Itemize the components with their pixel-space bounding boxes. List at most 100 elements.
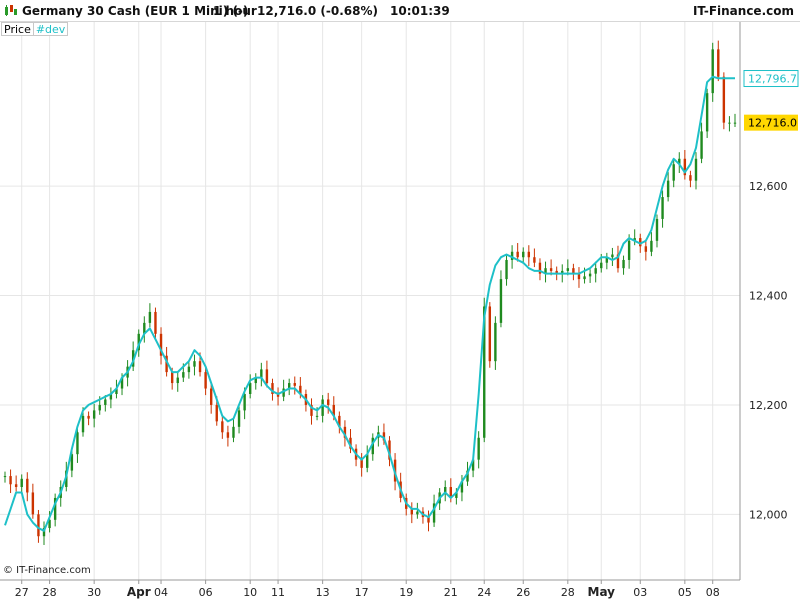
candle-body — [566, 268, 570, 271]
candle-body — [315, 415, 319, 417]
price-candles — [3, 40, 737, 545]
candle-body — [505, 259, 508, 280]
candle-body — [187, 366, 191, 373]
candle-body — [237, 410, 241, 427]
clock-time: 10:01:39 — [390, 4, 450, 18]
x-tick-label: May — [588, 585, 616, 599]
x-tick-label: 10 — [243, 586, 257, 599]
candle-body — [661, 197, 664, 219]
x-tick-label: 11 — [271, 586, 285, 599]
candle-body — [209, 388, 213, 405]
candle-body — [198, 361, 202, 373]
x-tick-label: 21 — [444, 586, 458, 599]
candle-body — [92, 410, 96, 419]
candle-body — [170, 372, 174, 384]
candle-body — [700, 131, 703, 159]
x-tick-label: 08 — [706, 586, 720, 599]
candle-body — [672, 164, 675, 181]
x-tick-label: 06 — [199, 586, 213, 599]
price-chart[interactable]: 12,000 12,200 12,400 12,600 12,796.7 12,716.0… — [0, 0, 800, 600]
candle-body — [148, 311, 152, 323]
timeframe[interactable]: 1 hour — [213, 4, 257, 18]
x-tick-label: 19 — [399, 586, 413, 599]
candle-body — [717, 49, 720, 77]
candle-body — [3, 476, 7, 478]
indicator-series-group — [4, 75, 735, 532]
x-tick-label: 28 — [561, 586, 575, 599]
candle-body — [327, 399, 330, 405]
candle-body — [722, 76, 726, 123]
candle-body — [248, 383, 252, 394]
candle-body — [689, 175, 692, 181]
last-price-label: 12,716.0 — [748, 117, 797, 130]
x-tick-label: 26 — [516, 586, 530, 599]
candle-body — [215, 404, 218, 422]
brand-name: IT-Finance.com — [692, 4, 794, 18]
candle-body — [622, 259, 625, 269]
candle-body — [76, 432, 79, 455]
candle-body — [494, 322, 497, 362]
candle-body — [14, 484, 18, 487]
y-tick-label: 12,200 — [749, 399, 788, 412]
candle-body — [37, 514, 40, 537]
candle-body — [600, 262, 603, 269]
candle-body — [666, 180, 670, 198]
x-tick-label: 30 — [87, 586, 101, 599]
chart-grid — [0, 22, 740, 580]
candle-body — [488, 306, 492, 362]
x-axis: 27 28 30 Apr 04 06 10 11 13 17 19 21 24 26 28 May 03 05 08 — [0, 579, 740, 599]
candle-body — [627, 240, 631, 260]
indicator-value-label: 12,796.7 — [748, 73, 797, 86]
candle-body — [20, 478, 23, 487]
candle-body — [728, 122, 731, 124]
candle-body — [243, 394, 246, 411]
chart-header: Germany 30 Cash (EUR 1 Mini) (-) 1 hour … — [0, 0, 800, 22]
candle-body — [204, 372, 207, 389]
x-tick-label: 27 — [15, 586, 29, 599]
candle-body — [182, 372, 185, 378]
candle-body — [260, 369, 263, 378]
candle-body — [221, 421, 224, 433]
candle-body — [549, 268, 553, 271]
candle-body — [655, 218, 659, 241]
x-tick-label: 04 — [154, 586, 168, 599]
candle-body — [154, 311, 157, 334]
candle-body — [176, 377, 179, 384]
x-tick-label: 13 — [316, 586, 330, 599]
candle-body — [527, 251, 531, 258]
candle-body — [293, 383, 296, 386]
candle-body — [232, 426, 235, 438]
candle-body — [265, 369, 269, 384]
candlestick-icon — [5, 5, 17, 16]
x-tick-label: Apr — [127, 585, 151, 599]
y-tick-label: 12,600 — [749, 180, 788, 193]
candle-body — [416, 511, 419, 515]
legend-indicator[interactable]: #dev — [33, 22, 69, 36]
candle-body — [711, 49, 714, 94]
candle-body — [594, 268, 597, 274]
candle-body — [533, 257, 536, 263]
candle-body — [499, 279, 503, 323]
candle-body — [477, 437, 480, 460]
candle-body — [98, 404, 101, 411]
candle-body — [26, 478, 29, 493]
x-tick-label: 24 — [477, 586, 491, 599]
y-tick-label: 12,400 — [749, 290, 788, 303]
y-axis: 12,000 12,200 12,400 12,600 12,796.7 12,716.0 — [739, 22, 799, 580]
candle-body — [31, 492, 35, 515]
candle-body — [694, 158, 698, 181]
candle-body — [360, 459, 363, 468]
candle-body — [650, 240, 653, 252]
candle-body — [611, 254, 614, 258]
candle-body — [522, 251, 525, 258]
candle-body — [104, 399, 107, 405]
legend-price[interactable]: Price — [1, 22, 34, 36]
y-tick-label: 12,000 — [749, 508, 788, 521]
candle-body — [87, 415, 90, 419]
candle-body — [193, 361, 196, 367]
candle-body — [226, 432, 230, 438]
candle-body — [705, 93, 709, 132]
candle-body — [81, 415, 85, 433]
copyright: © IT-Finance.com — [3, 565, 91, 576]
last-quote: 12,716.0 (-0.68%) — [257, 4, 378, 18]
